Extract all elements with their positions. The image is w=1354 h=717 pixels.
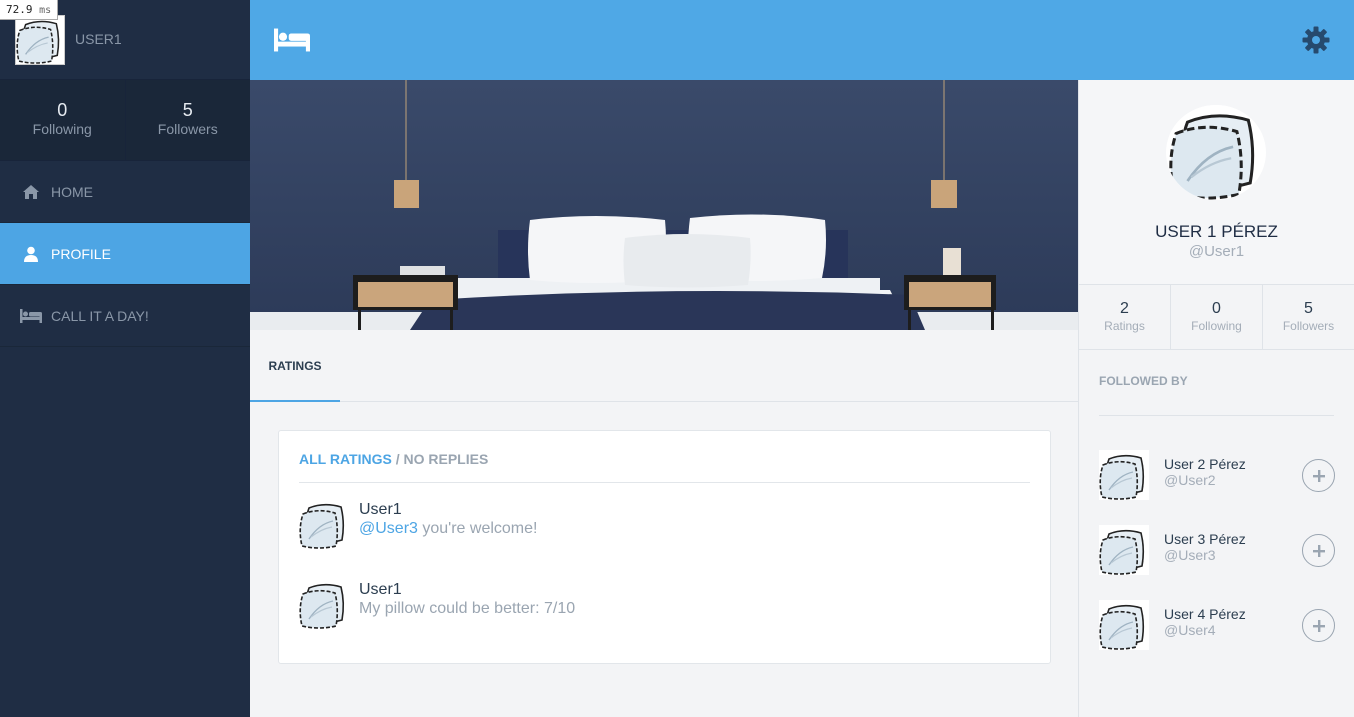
tab-ratings[interactable]: RATINGS (250, 330, 340, 402)
list-item[interactable]: User1 @User3 you're welcome! (299, 499, 1032, 551)
post-mention[interactable]: @User3 (359, 520, 418, 537)
stat-label: Followers (1282, 319, 1335, 333)
profile-handle: @User1 (1188, 243, 1245, 260)
sidebar-item-label: HOME (51, 183, 93, 200)
stat-label: Ratings (1104, 319, 1145, 333)
follow-button[interactable] (1302, 534, 1335, 567)
sidebar-item-home[interactable]: HOME (0, 161, 250, 223)
post-text: @User3 you're welcome! (359, 520, 537, 538)
post-author[interactable]: User1 (359, 581, 402, 599)
profile-stat-following[interactable]: 0 Following (1171, 285, 1263, 349)
list-item[interactable]: User1 My pillow could be better: 7/10 (299, 579, 1032, 631)
follower-name[interactable]: User 2 Pérez (1164, 456, 1246, 472)
avatar[interactable] (1099, 525, 1149, 575)
profile-tabs: RATINGS (250, 330, 1078, 402)
follow-button[interactable] (1302, 609, 1335, 642)
stat-value: 2 (1120, 300, 1129, 317)
plus-icon (1312, 544, 1325, 557)
profile-stat-ratings[interactable]: 2 Ratings (1079, 285, 1171, 349)
divider (299, 482, 1030, 483)
post-text: My pillow could be better: 7/10 (359, 600, 575, 618)
perf-timer-unit: ms (39, 5, 52, 16)
top-header (250, 0, 1354, 80)
sidebar-stat-following[interactable]: 0 Following (0, 80, 126, 160)
follower-name[interactable]: User 4 Pérez (1164, 606, 1246, 622)
sidebar-item-call-it-a-day[interactable]: CALL IT A DAY! (0, 285, 250, 347)
stat-value: 5 (182, 100, 193, 120)
follower-name[interactable]: User 3 Pérez (1164, 531, 1246, 547)
bed-icon (20, 307, 42, 325)
profile-full-name: USER 1 PÉREZ (1155, 222, 1278, 241)
ratings-filter: ALL RATINGS / NO REPLIES (299, 451, 488, 467)
filter-no-replies[interactable]: NO REPLIES (403, 451, 488, 467)
post-author[interactable]: User1 (359, 501, 402, 519)
bed-icon[interactable] (274, 28, 310, 57)
sidebar: 72.9 ms USER1 0 Following 5 Followers HO… (0, 0, 250, 717)
divider (1099, 415, 1334, 416)
sidebar-item-label: CALL IT A DAY! (51, 307, 149, 324)
plus-icon (1312, 619, 1325, 632)
profile-stat-followers[interactable]: 5 Followers (1263, 285, 1354, 349)
filter-separator: / (391, 451, 404, 467)
follower-handle: @User3 (1164, 547, 1216, 563)
follower-handle: @User2 (1164, 472, 1216, 488)
post-body: you're welcome! (417, 520, 538, 537)
avatar[interactable] (299, 579, 349, 629)
avatar (1166, 105, 1266, 200)
sidebar-item-label: PROFILE (51, 245, 111, 262)
profile-stats: 2 Ratings 0 Following 5 Followers (1079, 285, 1354, 350)
user-icon (20, 245, 42, 263)
perf-timer-value: 72.9 (6, 3, 33, 16)
stat-label: Following (1191, 319, 1242, 333)
sidebar-stat-followers[interactable]: 5 Followers (126, 80, 251, 160)
list-item: User 3 Pérez @User3 (1099, 525, 1335, 577)
post-body: My pillow could be better: 7/10 (359, 600, 576, 617)
follower-handle: @User4 (1164, 622, 1216, 638)
profile-header: USER 1 PÉREZ @User1 (1079, 80, 1354, 285)
ratings-card: ALL RATINGS / NO REPLIES User1 @User3 yo… (278, 430, 1051, 664)
gear-icon[interactable] (1302, 26, 1330, 59)
list-item: User 2 Pérez @User2 (1099, 450, 1335, 502)
cover-image (250, 80, 1078, 330)
avatar[interactable] (15, 15, 65, 65)
list-item: User 4 Pérez @User4 (1099, 600, 1335, 652)
stat-value: 5 (1304, 300, 1313, 317)
follow-button[interactable] (1302, 459, 1335, 492)
stat-label: Followers (157, 121, 218, 137)
avatar[interactable] (1099, 600, 1149, 650)
filter-all-ratings[interactable]: ALL RATINGS (299, 451, 392, 467)
avatar[interactable] (1099, 450, 1149, 500)
sidebar-stats: 0 Following 5 Followers (0, 80, 250, 161)
perf-timer: 72.9 ms (0, 0, 59, 20)
stat-label: Following (32, 121, 92, 137)
stat-value: 0 (1212, 300, 1221, 317)
profile-panel: USER 1 PÉREZ @User1 2 Ratings 0 Followin… (1078, 80, 1354, 717)
plus-icon (1312, 469, 1325, 482)
sidebar-username[interactable]: USER1 (75, 31, 122, 47)
stat-value: 0 (57, 100, 68, 120)
followed-by-title: FOLLOWED BY (1099, 374, 1188, 388)
avatar[interactable] (299, 499, 349, 549)
sidebar-item-profile[interactable]: PROFILE (0, 223, 250, 285)
home-icon (20, 183, 42, 201)
